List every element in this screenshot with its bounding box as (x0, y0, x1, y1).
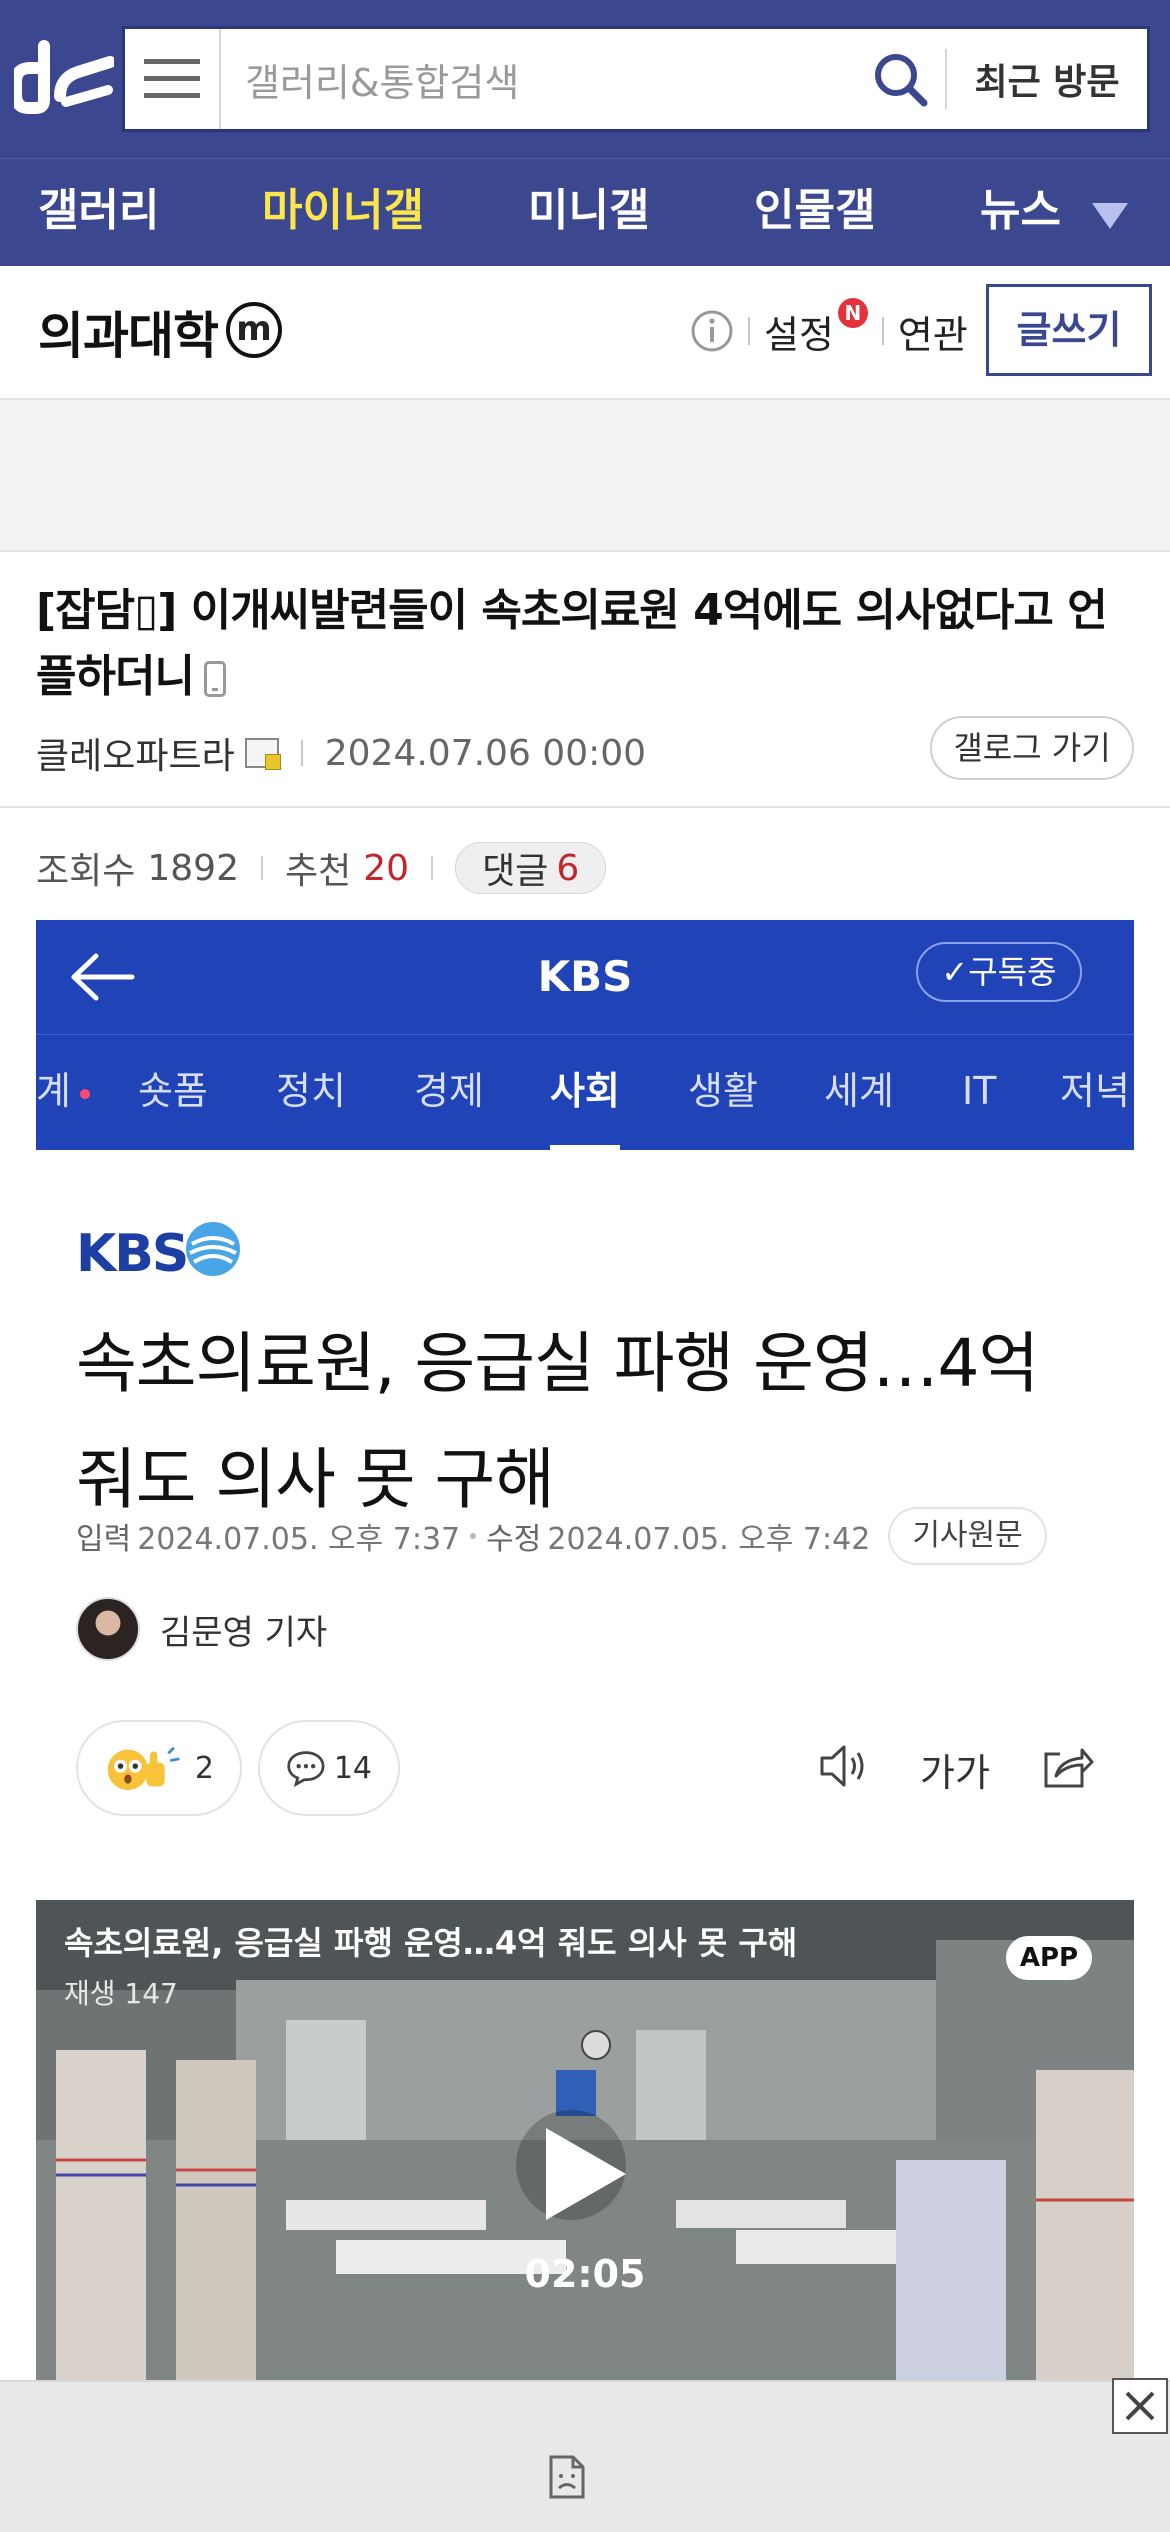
post-body-image: KBS ✓구독중 계 숏폼 정치 경제 사회 생활 세계 IT 저녁 KBS 속… (36, 920, 1134, 2380)
post-title-text: [잡담▯] 이개씨발련들이 속초의료원 4억에도 의사없다고 언플하더니 (36, 585, 1108, 702)
menu-button[interactable] (125, 29, 221, 129)
post-date: 2024.07.06 00:00 (324, 732, 647, 774)
nav-expand-icon[interactable] (1092, 203, 1128, 229)
search-icon (875, 54, 928, 107)
video-duration: 02:05 (524, 2252, 646, 2296)
new-badge: N (837, 297, 868, 328)
author-name[interactable]: 클레오파트라 (36, 727, 235, 779)
edit-label: 수정 (486, 1522, 542, 1557)
settings-button[interactable]: 설정 N (764, 297, 868, 359)
kbs-tab: 계 (36, 1069, 71, 1113)
divider (881, 317, 884, 345)
divider (261, 856, 263, 880)
views-label: 조회수 (36, 851, 136, 892)
divider (431, 856, 434, 880)
app-badge: APP (1006, 1936, 1092, 1980)
post-stats: 조회수 1892 추천 20 댓글 6 (36, 840, 607, 896)
broken-file-icon (549, 2455, 585, 2499)
minor-gallery-badge: m (226, 302, 282, 358)
ad-banner-area (0, 400, 1170, 552)
recent-visits-button[interactable]: 최근 방문 (947, 53, 1147, 105)
divider (300, 740, 303, 766)
gallery-nav: 갤러리 마이너갤 미니갤 인물갤 뉴스 (0, 158, 1170, 266)
views-count: 1892 (147, 847, 239, 889)
kbs-tab: 정치 (276, 1069, 346, 1113)
search-input[interactable]: 갤러리&통합검색 (221, 52, 855, 107)
close-ad-button[interactable] (1112, 2378, 1168, 2434)
video-play-count: 재생 147 (64, 1977, 178, 2010)
font-size-icon: 가가 (920, 1751, 990, 1795)
bottom-ad-banner (0, 2378, 1170, 2532)
nav-item-mini-gallery[interactable]: 미니갤 (528, 159, 649, 267)
video-title: 속초의료원, 응급실 파행 운영…4억 줘도 의사 못 구해 (64, 1924, 798, 1962)
search-button[interactable] (855, 29, 945, 129)
comment-count-pill: 14 (258, 1720, 400, 1816)
dc-logo[interactable] (10, 38, 116, 118)
reaction-count: 2 (194, 1750, 214, 1786)
post-meta: 클레오파트라 2024.07.06 00:00 (36, 728, 646, 778)
kbs-category-tabs: 계 숏폼 정치 경제 사회 생활 세계 IT 저녁 (36, 1034, 1134, 1151)
kbs-tab: 경제 (414, 1069, 484, 1113)
reporter-name: 김문영 기자 (160, 1612, 328, 1653)
gallery-name[interactable]: 의과대학 (38, 296, 219, 368)
recommend-label: 추천 (285, 851, 352, 892)
kbs-tab-active: 사회 (550, 1035, 620, 1151)
post-title: [잡담▯] 이개씨발련들이 속초의료원 4억에도 의사없다고 언플하더니 (36, 578, 1136, 710)
subscribe-badge: ✓구독중 (916, 942, 1082, 1002)
nav-item-person-gallery[interactable]: 인물갤 (754, 159, 875, 267)
input-date: 2024.07.05. 오후 7:37 (137, 1522, 461, 1557)
comment-bubble-icon (287, 1751, 325, 1788)
reaction-pill: 2 (76, 1720, 242, 1816)
search-box: 갤러리&통합검색 최근 방문 (122, 26, 1150, 132)
gallery-tools: 설정 N 연관 (690, 296, 968, 366)
kbs-logo-mark (186, 1222, 240, 1276)
divider (0, 806, 1170, 808)
news-dates: 입력 2024.07.05. 오후 7:37 수정 2024.07.05. 오후… (76, 1506, 1047, 1566)
kbs-tab: 생활 (688, 1069, 758, 1113)
gallery-title-bar: 의과대학 m 설정 N 연관 글쓰기 (0, 266, 1170, 400)
kbs-app-bar: KBS ✓구독중 (36, 920, 1134, 1034)
input-label: 입력 (76, 1522, 132, 1557)
reporter: 김문영 기자 (76, 1596, 327, 1662)
news-video: 속초의료원, 응급실 파행 운영…4억 줘도 의사 못 구해 재생 147 AP… (36, 1900, 1134, 2380)
new-dot (80, 1089, 90, 1099)
related-button[interactable]: 연관 (898, 304, 968, 359)
comments-button[interactable]: 댓글 6 (455, 842, 607, 894)
speaker-icon (820, 1745, 864, 1787)
recommend-count: 20 (363, 847, 410, 889)
hamburger-icon (144, 59, 200, 98)
info-icon[interactable] (690, 309, 734, 353)
kbs-tab: 세계 (824, 1069, 894, 1113)
share-icon (1044, 1748, 1094, 1788)
settings-label: 설정 (764, 312, 834, 357)
kbs-tab: IT (962, 1069, 997, 1113)
kbs-tab: 숏폼 (138, 1069, 208, 1113)
original-article-badge: 기사원문 (888, 1507, 1047, 1565)
nav-item-gallery[interactable]: 갤러리 (38, 159, 159, 267)
reaction-emoji-icon (107, 1746, 180, 1791)
gallog-button[interactable]: 갤로그 가기 (930, 716, 1134, 780)
write-button[interactable]: 글쓰기 (986, 284, 1152, 376)
fixed-nickname-icon (244, 738, 281, 770)
divider (748, 317, 750, 345)
edit-date: 2024.07.05. 오후 7:42 (547, 1522, 871, 1557)
mobile-icon (203, 661, 226, 697)
close-icon (1125, 2391, 1155, 2421)
divider (470, 1533, 477, 1539)
kbs-tab: 저녁 (1060, 1069, 1130, 1113)
comments-label: 댓글 (482, 851, 549, 892)
nav-item-minor-gallery[interactable]: 마이너갤 (262, 159, 424, 267)
play-icon (546, 2128, 626, 2220)
reporter-avatar (76, 1597, 140, 1661)
nav-item-news[interactable]: 뉴스 (980, 159, 1061, 267)
kbs-logo: KBS (76, 1224, 189, 1284)
comments-count: 6 (556, 847, 580, 889)
top-header: 갤러리&통합검색 최근 방문 (0, 0, 1170, 158)
news-headline: 속초의료원, 응급실 파행 운영…4억 줘도 의사 못 구해 (76, 1325, 1039, 1518)
comment-count: 14 (333, 1750, 372, 1786)
